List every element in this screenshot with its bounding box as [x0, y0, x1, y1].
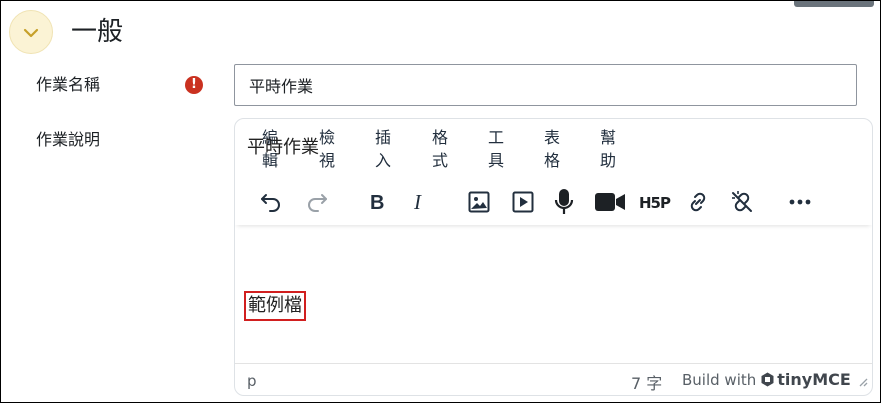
undo-button[interactable]: [254, 185, 288, 219]
menu-insert[interactable]: 插入: [373, 126, 393, 172]
editor-content-highlighted-text[interactable]: 範例檔: [244, 291, 306, 321]
editor-toolbar: B I H5P: [235, 179, 872, 225]
svg-text:B: B: [370, 192, 384, 212]
exclamation-circle-icon: !: [185, 76, 203, 94]
top-tab[interactable]: [794, 1, 874, 7]
menu-view[interactable]: 檢視: [317, 126, 337, 172]
collapse-section-button[interactable]: [9, 10, 53, 54]
description-field-label: 作業說明: [36, 130, 101, 149]
name-field-label: 作業名稱: [36, 75, 101, 94]
svg-text:I: I: [413, 192, 422, 212]
build-with-text: Build with: [682, 371, 757, 389]
video-camera-icon: [594, 192, 626, 212]
remove-link-button[interactable]: [725, 185, 759, 219]
bold-button[interactable]: B: [360, 185, 394, 219]
unlink-icon: [729, 189, 755, 215]
h5p-icon: H5P: [639, 193, 673, 211]
more-icon: [789, 199, 811, 205]
tinymce-brand-name: tinyMCE: [777, 370, 851, 389]
record-audio-button[interactable]: [547, 185, 581, 219]
microphone-icon: [553, 188, 575, 216]
bold-icon: B: [369, 192, 385, 212]
resize-handle-icon[interactable]: [858, 373, 868, 391]
editor-content-paragraph[interactable]: 平時作業: [247, 135, 319, 161]
more-tools-button[interactable]: [783, 185, 817, 219]
insert-h5p-button[interactable]: H5P: [636, 185, 676, 219]
menu-format[interactable]: 格式: [430, 126, 450, 172]
redo-button[interactable]: [300, 185, 334, 219]
insert-image-button[interactable]: [462, 185, 496, 219]
menu-table[interactable]: 表格: [542, 126, 562, 172]
editor-statusbar: p 7 字 Build with tinyMCE: [235, 363, 872, 395]
redo-icon: [306, 192, 328, 212]
chevron-down-icon: [23, 23, 39, 42]
menu-help[interactable]: 幫助: [598, 126, 618, 172]
editor-menubar: 編輯 檢視 插入 格式 工具 表格 幫助: [235, 119, 872, 175]
italic-button[interactable]: I: [402, 185, 436, 219]
image-icon: [468, 191, 490, 213]
rich-text-editor: 編輯 檢視 插入 格式 工具 表格 幫助 B I H5P 平時作業 範例檔 p …: [234, 118, 873, 396]
insert-media-button[interactable]: [506, 185, 540, 219]
tinymce-branding[interactable]: Build with tinyMCE: [682, 370, 851, 391]
element-path[interactable]: p: [247, 372, 257, 390]
menu-tools[interactable]: 工具: [486, 126, 506, 172]
tinymce-logo-icon: [760, 372, 775, 391]
record-video-button[interactable]: [593, 185, 627, 219]
link-icon: [686, 190, 710, 214]
h5p-label: H5P: [639, 194, 671, 211]
media-icon: [512, 191, 534, 213]
insert-link-button[interactable]: [681, 185, 715, 219]
name-input[interactable]: [234, 64, 857, 106]
section-title: 一般: [71, 17, 124, 47]
page-frame: 一般 作業名稱 ! 作業說明 編輯 檢視 插入 格式 工具 表格 幫助: [0, 0, 881, 403]
italic-icon: I: [412, 192, 426, 212]
undo-icon: [260, 192, 282, 212]
word-count[interactable]: 7 字: [631, 370, 662, 394]
